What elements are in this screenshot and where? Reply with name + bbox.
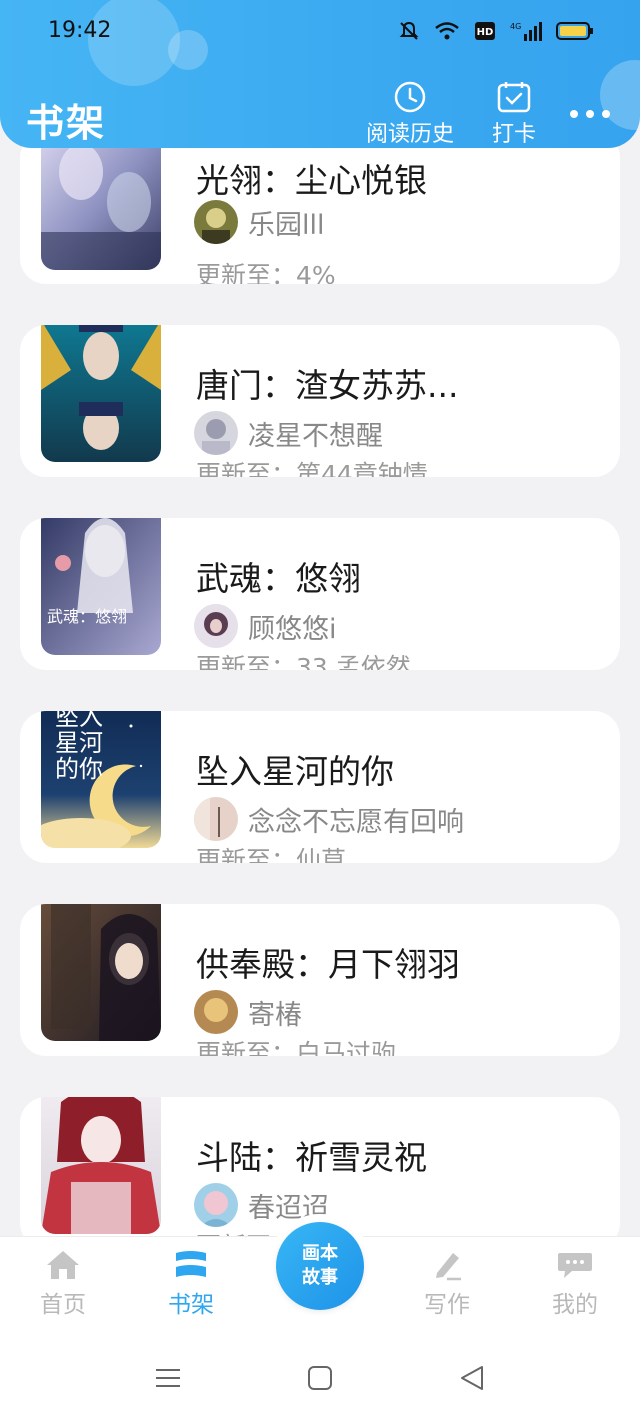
book-title: 唐门：渣女苏苏... (196, 366, 459, 405)
author-row[interactable]: 凌星不想醒 (194, 411, 383, 455)
book-title: 供奉殿：月下翎羽 (196, 945, 460, 984)
book-card[interactable]: 光翎：尘心悦银 乐园lll 更新至：4% (20, 132, 620, 284)
mute-bell-icon (399, 21, 419, 40)
cover-text: 坠入星河的你 (55, 711, 103, 783)
author-avatar (194, 200, 238, 244)
book-cover[interactable] (41, 904, 161, 1041)
status-icons: HD 4G (398, 20, 594, 42)
checkin-button[interactable]: 打卡 (492, 80, 536, 148)
book-cover[interactable]: 坠入星河的你 (41, 711, 161, 848)
author-name: 乐园lll (248, 209, 325, 241)
nav-write[interactable]: 写作 (402, 1249, 492, 1319)
menu-key-icon[interactable] (154, 1364, 182, 1392)
book-card[interactable]: 武魂：悠翎 武魂：悠翎 顾悠悠i 更新至：33.孟依然 (20, 518, 620, 670)
author-row[interactable]: 寄椿 (194, 990, 302, 1034)
wifi-icon (435, 22, 459, 40)
app-header: 19:42 HD 4G 书架 阅读历史 打卡 (0, 0, 640, 148)
book-cover[interactable] (41, 1097, 161, 1234)
nav-home[interactable]: 首页 (18, 1249, 108, 1319)
status-time: 19:42 (48, 18, 112, 43)
decor-bubble (600, 60, 640, 130)
nav-bookshelf-label: 书架 (168, 1292, 214, 1318)
book-cover[interactable] (41, 132, 161, 270)
update-status: 更新至：仙草 (196, 846, 347, 863)
svg-text:4G: 4G (510, 22, 521, 31)
cover-text: 武魂：悠翎 (47, 607, 128, 626)
more-dot (602, 110, 610, 118)
calendar-check-icon (497, 82, 531, 113)
page-title: 书架 (26, 101, 107, 145)
author-name: 寄椿 (248, 999, 302, 1031)
book-card[interactable]: 供奉殿：月下翎羽 寄椿 更新至：白马过驹 (20, 904, 620, 1056)
home-icon (47, 1251, 79, 1279)
author-avatar (194, 1183, 238, 1227)
system-nav-bar (0, 1336, 640, 1423)
reading-history-label: 阅读历史 (366, 122, 455, 147)
status-bar: 19:42 HD 4G (0, 0, 640, 64)
book-title: 光翎：尘心悦银 (196, 161, 427, 200)
hd-icon: HD (475, 22, 495, 40)
clock-icon (394, 81, 426, 113)
author-name: 凌星不想醒 (248, 420, 383, 452)
book-card[interactable]: 唐门：渣女苏苏... 凌星不想醒 更新至：第44章钟情... (20, 325, 620, 477)
author-name: 念念不忘愿有回响 (248, 806, 464, 838)
back-key-icon[interactable] (458, 1364, 486, 1392)
update-status: 更新至：白马过驹 (196, 1039, 397, 1056)
update-status: 更新至：33.孟依然 (196, 653, 411, 670)
more-dot (570, 110, 578, 118)
author-avatar (194, 411, 238, 455)
nav-bookshelf[interactable]: 书架 (146, 1249, 236, 1319)
book-title: 武魂：悠翎 (196, 559, 361, 598)
book-card[interactable]: 坠入星河的你 坠入星河的你 念念不忘愿有回响 更新至：仙草 (20, 711, 620, 863)
book-title: 斗陆：祈雪灵祝 (196, 1138, 427, 1177)
pencil-icon (436, 1253, 461, 1281)
nav-home-label: 首页 (40, 1292, 86, 1318)
svg-text:HD: HD (477, 27, 494, 38)
author-row[interactable]: 念念不忘愿有回响 (194, 797, 464, 841)
author-row[interactable]: 乐园lll (194, 200, 325, 244)
update-status: 更新至：第44章钟情... (196, 460, 452, 477)
update-status: 更新至：4% (196, 261, 336, 284)
bookshelf-list[interactable]: 光翎：尘心悦银 乐园lll 更新至：4% 唐门：渣女苏苏... 凌星不想醒 更新… (0, 0, 640, 1236)
author-name: 顾悠悠i (248, 613, 337, 645)
book-cover[interactable]: 武魂：悠翎 (41, 518, 161, 655)
nav-mine[interactable]: 我的 (530, 1249, 620, 1319)
book-cover[interactable] (41, 325, 161, 462)
bookshelf-icon (176, 1251, 206, 1277)
chat-bubble-icon (558, 1253, 592, 1278)
author-avatar (194, 604, 238, 648)
home-key-icon[interactable] (306, 1364, 334, 1392)
author-row[interactable]: 顾悠悠i (194, 604, 337, 648)
checkin-label: 打卡 (492, 122, 537, 147)
nav-mine-label: 我的 (552, 1292, 598, 1318)
center-button-label-1: 画本 (302, 1243, 338, 1264)
book-title: 坠入星河的你 (196, 752, 394, 791)
signal-icon: 4G (510, 22, 542, 41)
more-dot (586, 110, 594, 118)
center-button-label-2: 故事 (302, 1267, 338, 1288)
reading-history-button[interactable]: 阅读历史 (366, 80, 454, 148)
nav-write-label: 写作 (424, 1292, 470, 1318)
author-avatar (194, 797, 238, 841)
battery-icon (556, 22, 593, 40)
more-menu-button[interactable] (570, 110, 610, 118)
story-center-button[interactable]: 画本 故事 (276, 1222, 364, 1310)
author-avatar (194, 990, 238, 1034)
